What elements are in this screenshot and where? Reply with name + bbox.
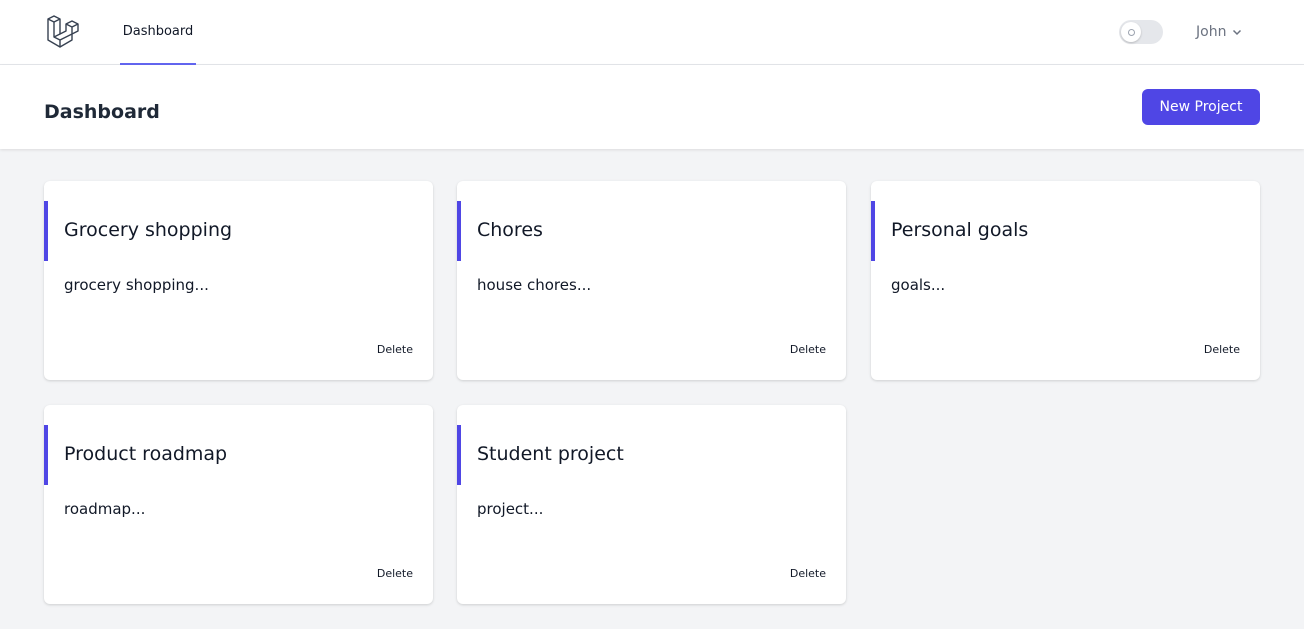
laravel-logo-icon[interactable] (46, 15, 82, 49)
card-accent-bar (457, 201, 461, 261)
project-description: grocery shopping... (64, 276, 209, 294)
delete-button[interactable]: Delete (377, 567, 413, 580)
page-title: Dashboard (44, 101, 160, 123)
delete-button[interactable]: Delete (790, 567, 826, 580)
project-description: roadmap... (64, 500, 146, 518)
new-project-button[interactable]: New Project (1142, 89, 1260, 125)
project-title[interactable]: Chores (477, 219, 543, 241)
project-description: house chores... (477, 276, 592, 294)
theme-toggle[interactable] (1119, 20, 1163, 44)
user-menu[interactable]: John (1190, 20, 1250, 44)
page-header: Dashboard New Project (0, 65, 1304, 149)
project-card[interactable]: Product roadmap roadmap... Delete (44, 405, 433, 604)
delete-button[interactable]: Delete (1204, 343, 1240, 356)
project-title[interactable]: Grocery shopping (64, 219, 232, 241)
chevron-down-icon (1233, 29, 1242, 36)
project-card[interactable]: Student project project... Delete (457, 405, 846, 604)
user-name: John (1196, 24, 1227, 40)
card-accent-bar (44, 201, 48, 261)
card-accent-bar (44, 425, 48, 485)
project-description: goals... (891, 276, 946, 294)
toggle-knob (1121, 22, 1141, 42)
project-title[interactable]: Student project (477, 443, 624, 465)
card-accent-bar (457, 425, 461, 485)
project-title[interactable]: Personal goals (891, 219, 1028, 241)
project-card[interactable]: Chores house chores... Delete (457, 181, 846, 380)
delete-button[interactable]: Delete (377, 343, 413, 356)
project-description: project... (477, 500, 544, 518)
nav-link-dashboard[interactable]: Dashboard (120, 0, 196, 65)
top-navigation: Dashboard John (0, 0, 1304, 65)
toggle-ring-icon (1127, 28, 1135, 36)
project-card[interactable]: Personal goals goals... Delete (871, 181, 1260, 380)
card-accent-bar (871, 201, 875, 261)
project-card[interactable]: Grocery shopping grocery shopping... Del… (44, 181, 433, 380)
delete-button[interactable]: Delete (790, 343, 826, 356)
project-title[interactable]: Product roadmap (64, 443, 227, 465)
